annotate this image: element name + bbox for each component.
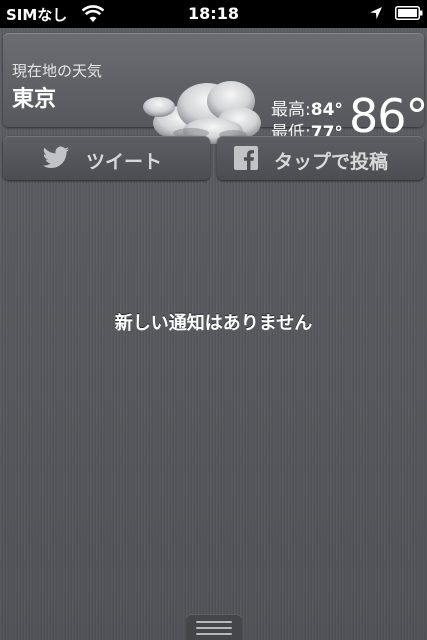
current-temperature: 86° [349,89,427,143]
grabber-handle-icon[interactable] [186,614,242,640]
facebook-icon [234,146,258,170]
high-label: 最高: [271,100,311,120]
location-icon [370,7,382,19]
weather-caption: 現在地の天気 [12,62,103,80]
facebook-post-button[interactable]: タップで投稿 [217,136,424,180]
weather-high: 最高:84° [271,95,343,120]
status-bar: SIMなし 18:18 [0,0,427,28]
tweet-button[interactable]: ツイート [3,136,210,180]
grabber-line [196,621,232,623]
empty-notifications-message: 新しい通知はありません [114,313,313,334]
grabber-line [196,633,232,635]
tweet-label: ツイート [86,151,163,173]
weather-widget[interactable]: 現在地の天気 東京 最高:84° 最低:77° 86° Y! [3,33,427,156]
twitter-icon [42,146,69,168]
post-label: タップで投稿 [274,151,389,173]
battery-icon [395,6,423,20]
status-time: 18:18 [188,4,239,23]
high-value: 84° [310,100,343,120]
weather-city: 東京 [12,87,57,112]
grabber-line [196,627,232,629]
